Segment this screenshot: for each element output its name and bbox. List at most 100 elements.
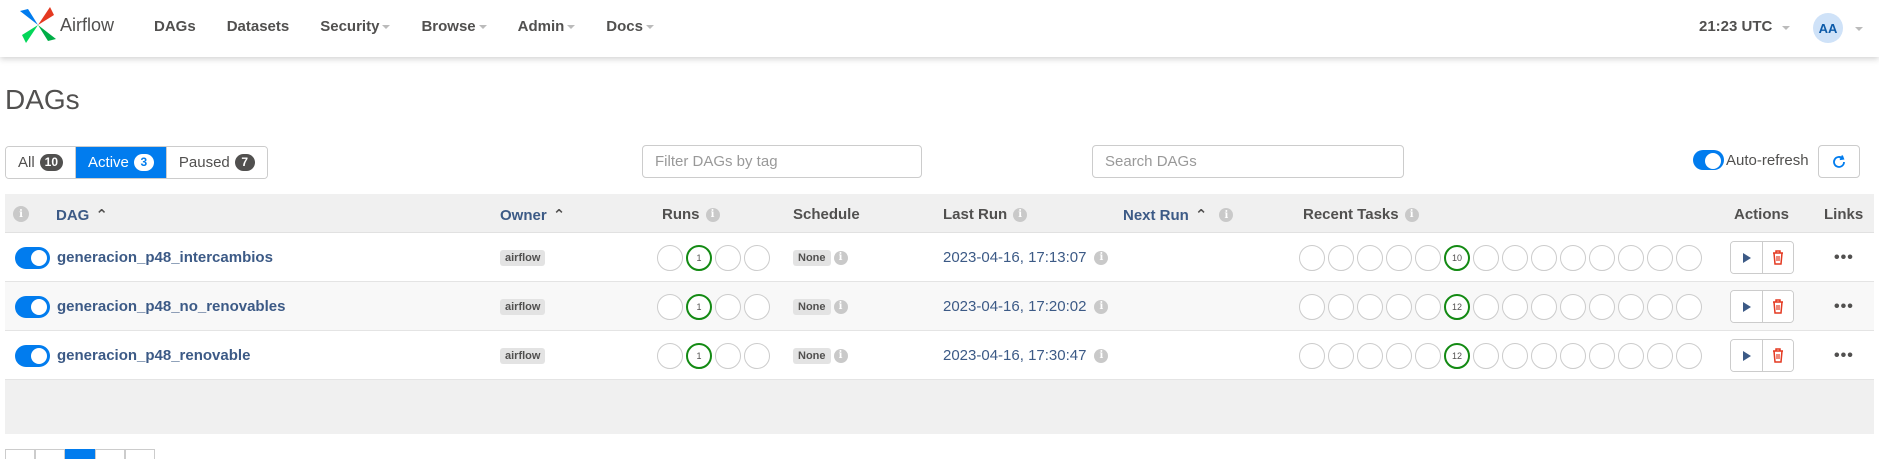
task-state-circle[interactable] <box>1560 244 1586 271</box>
header-dag[interactable]: DAG ⌃ <box>56 206 108 225</box>
run-state-circle[interactable] <box>715 293 741 320</box>
task-state-circle[interactable] <box>1618 293 1644 320</box>
task-state-circle[interactable] <box>1473 342 1499 369</box>
pagination-prev[interactable] <box>35 449 65 459</box>
nav-datasets[interactable]: Datasets <box>227 18 290 35</box>
dag-id-link[interactable]: generacion_p48_renovable <box>57 347 250 364</box>
owner-tag[interactable]: airflow <box>500 249 546 266</box>
trigger-dag-button[interactable] <box>1731 242 1762 273</box>
task-state-circle[interactable] <box>1415 342 1441 369</box>
delete-dag-button[interactable] <box>1762 340 1793 371</box>
run-success-count[interactable]: 1 <box>686 293 712 320</box>
task-state-circle[interactable] <box>1473 293 1499 320</box>
header-owner[interactable]: Owner ⌃ <box>500 206 565 225</box>
task-state-circle[interactable] <box>1618 244 1644 271</box>
brand-link[interactable]: Airflow <box>18 5 114 45</box>
run-state-circle[interactable] <box>715 342 741 369</box>
task-state-circle[interactable] <box>1328 293 1354 320</box>
task-state-circle[interactable] <box>1386 293 1412 320</box>
more-icon[interactable]: ••• <box>1834 249 1854 267</box>
nav-dags[interactable]: DAGs <box>154 18 196 35</box>
info-icon[interactable]: i <box>1013 207 1028 222</box>
run-success-count[interactable]: 1 <box>686 342 712 369</box>
task-state-circle[interactable] <box>1357 244 1383 271</box>
task-state-circle[interactable] <box>1502 293 1528 320</box>
filter-paused[interactable]: Paused 7 <box>166 147 267 178</box>
task-state-circle[interactable] <box>1531 244 1557 271</box>
nav-security[interactable]: Security <box>320 18 391 35</box>
task-state-circle[interactable] <box>1357 293 1383 320</box>
task-state-circle[interactable] <box>1502 342 1528 369</box>
task-state-circle[interactable] <box>1647 244 1673 271</box>
dag-pause-toggle[interactable] <box>15 344 50 367</box>
task-state-circle[interactable] <box>1299 293 1325 320</box>
pagination-first[interactable] <box>5 449 35 459</box>
task-state-circle[interactable] <box>1676 342 1702 369</box>
filter-active[interactable]: Active 3 <box>76 147 167 178</box>
task-state-circle[interactable] <box>1386 244 1412 271</box>
run-state-circle[interactable] <box>657 293 683 320</box>
info-icon[interactable]: i <box>1219 208 1234 222</box>
auto-refresh-toggle[interactable] <box>1693 150 1724 170</box>
run-state-circle[interactable] <box>715 244 741 271</box>
dag-pause-toggle[interactable] <box>15 295 50 318</box>
pagination-last[interactable] <box>125 449 155 459</box>
task-state-circle[interactable] <box>1531 342 1557 369</box>
nav-docs[interactable]: Docs <box>606 18 654 35</box>
owner-tag[interactable]: airflow <box>500 298 546 315</box>
task-state-circle[interactable] <box>1589 342 1615 369</box>
tag-filter-input[interactable] <box>642 145 922 178</box>
info-icon[interactable]: i <box>705 207 720 222</box>
task-state-circle[interactable] <box>1560 293 1586 320</box>
run-success-count[interactable]: 1 <box>686 244 712 271</box>
trigger-dag-button[interactable] <box>1731 340 1762 371</box>
dag-id-link[interactable]: generacion_p48_no_renovables <box>57 298 285 315</box>
task-success-count[interactable]: 10 <box>1444 244 1470 271</box>
search-dags-input[interactable] <box>1092 145 1404 178</box>
task-state-circle[interactable] <box>1647 293 1673 320</box>
task-state-circle[interactable] <box>1299 342 1325 369</box>
task-state-circle[interactable] <box>1676 244 1702 271</box>
info-icon[interactable]: i <box>1094 299 1109 314</box>
task-state-circle[interactable] <box>1386 342 1412 369</box>
dag-pause-toggle[interactable] <box>15 246 50 269</box>
task-success-count[interactable]: 12 <box>1444 342 1470 369</box>
task-success-count[interactable]: 12 <box>1444 293 1470 320</box>
run-state-circle[interactable] <box>657 342 683 369</box>
task-state-circle[interactable] <box>1473 244 1499 271</box>
last-run-link[interactable]: 2023-04-16, 17:30:47 <box>943 347 1086 364</box>
info-icon[interactable]: i <box>13 206 29 222</box>
info-icon[interactable]: i <box>1094 348 1109 363</box>
run-state-circle[interactable] <box>744 293 770 320</box>
pagination-current[interactable] <box>65 449 95 459</box>
task-state-circle[interactable] <box>1647 342 1673 369</box>
task-state-circle[interactable] <box>1415 293 1441 320</box>
task-state-circle[interactable] <box>1502 244 1528 271</box>
task-state-circle[interactable] <box>1299 244 1325 271</box>
task-state-circle[interactable] <box>1357 342 1383 369</box>
nav-admin[interactable]: Admin <box>518 18 576 35</box>
task-state-circle[interactable] <box>1589 293 1615 320</box>
user-avatar[interactable]: AA <box>1813 13 1843 43</box>
info-icon[interactable]: i <box>1404 207 1419 222</box>
timezone-dropdown[interactable]: 21:23 UTC <box>1699 18 1791 35</box>
more-icon[interactable]: ••• <box>1834 347 1854 365</box>
task-state-circle[interactable] <box>1531 293 1557 320</box>
delete-dag-button[interactable] <box>1762 291 1793 322</box>
last-run-link[interactable]: 2023-04-16, 17:13:07 <box>943 249 1086 266</box>
info-icon[interactable]: i <box>833 299 848 314</box>
delete-dag-button[interactable] <box>1762 242 1793 273</box>
run-state-circle[interactable] <box>657 244 683 271</box>
pagination-next[interactable] <box>95 449 125 459</box>
last-run-link[interactable]: 2023-04-16, 17:20:02 <box>943 298 1086 315</box>
trigger-dag-button[interactable] <box>1731 291 1762 322</box>
chevron-down-icon[interactable] <box>1855 27 1863 31</box>
header-next-run[interactable]: Next Run ⌃ i <box>1123 206 1234 224</box>
task-state-circle[interactable] <box>1328 342 1354 369</box>
task-state-circle[interactable] <box>1415 244 1441 271</box>
owner-tag[interactable]: airflow <box>500 347 546 364</box>
nav-browse[interactable]: Browse <box>421 18 487 35</box>
info-icon[interactable]: i <box>1094 250 1109 265</box>
info-icon[interactable]: i <box>833 250 848 265</box>
more-icon[interactable]: ••• <box>1834 298 1854 316</box>
